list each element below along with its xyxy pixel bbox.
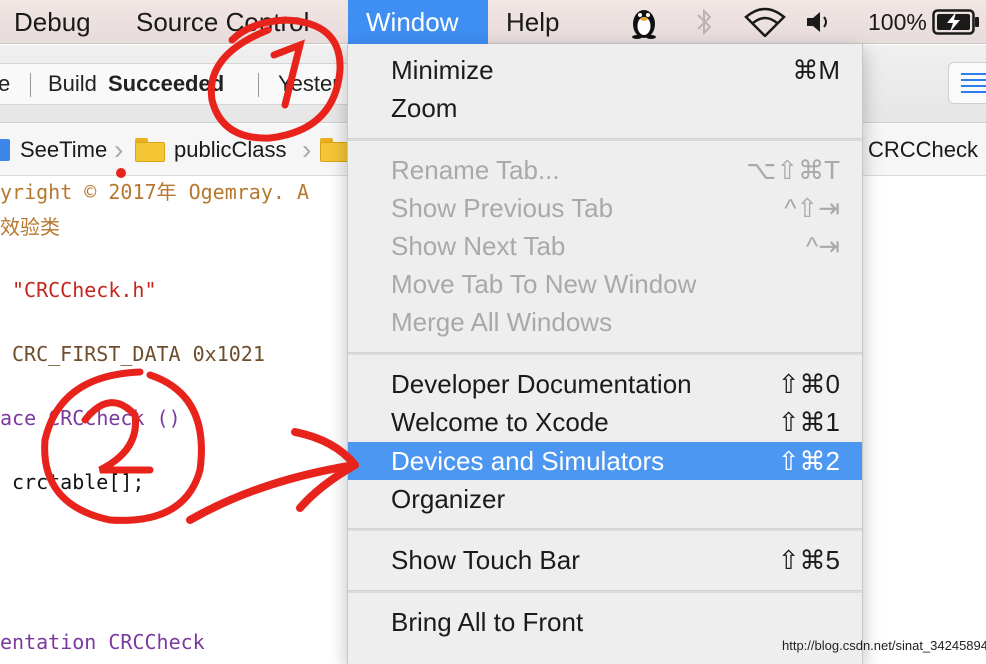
menu-bar: Debug Source Control Window Help 100%	[0, 0, 986, 44]
qq-penguin-icon[interactable]	[628, 0, 660, 44]
activity-viewer: e Build Succeeded Yester	[0, 63, 370, 105]
menu-source-control[interactable]: Source Control	[118, 0, 327, 44]
code-line: CRC_FIRST_DATA 0x1021	[12, 342, 265, 366]
code-line: yright © 2017年 Ogemray. A	[0, 180, 309, 204]
menu-item-merge-windows: Merge All Windows	[391, 307, 613, 337]
breadcrumb-crccheck[interactable]: CRCCheck	[868, 124, 978, 176]
editor-options-button[interactable]	[948, 62, 986, 104]
window-menu: Minimize ⌘M Zoom Rename Tab... ⌥⇧⌘T Show P…	[347, 44, 863, 664]
menu-debug[interactable]: Debug	[0, 0, 109, 44]
menu-item-move-tab: Move Tab To New Window	[391, 269, 697, 299]
code-line: entation CRCCheck	[0, 630, 205, 654]
code-line: "CRCCheck.h"	[12, 278, 157, 302]
menu-help[interactable]: Help	[488, 0, 577, 44]
folder-icon	[320, 138, 350, 162]
menu-item-show-previous-tab: Show Previous Tab ^⇧⇥	[391, 193, 840, 223]
menu-item-zoom[interactable]: Zoom	[348, 89, 862, 127]
code-line: ace CRCCheck ()	[0, 406, 181, 430]
menu-separator	[348, 352, 862, 355]
volume-icon[interactable]	[805, 0, 835, 44]
code-line: 效验类	[0, 215, 60, 239]
watermark: http://blog.csdn.net/sinat_34245894	[782, 638, 986, 653]
menu-item-show-next-tab: Show Next Tab ^⇥	[391, 231, 840, 261]
menu-item-devices-simulators[interactable]: Devices and Simulators ⇧⌘2	[348, 442, 862, 480]
menu-separator	[348, 528, 862, 531]
battery-percent: 100%	[868, 9, 927, 35]
menu-separator	[348, 590, 862, 593]
bluetooth-icon[interactable]	[694, 0, 714, 44]
menu-item-rename-tab: Rename Tab... ⌥⇧⌘T	[391, 155, 840, 185]
folder-icon	[135, 138, 165, 162]
battery-charging-icon[interactable]	[932, 0, 982, 44]
menu-item-minimize[interactable]: Minimize ⌘M	[348, 51, 862, 89]
divider	[258, 73, 259, 97]
menu-window[interactable]: Window	[348, 0, 488, 44]
project-icon	[0, 139, 10, 161]
menu-item-show-touch-bar[interactable]: Show Touch Bar ⇧⌘5	[348, 541, 862, 579]
code-line: crctable[];	[12, 470, 145, 494]
menu-item-bring-all-front[interactable]: Bring All to Front	[348, 603, 862, 641]
status-time: Yester	[278, 71, 340, 96]
status-build-label: Build	[48, 71, 97, 96]
wifi-icon[interactable]	[744, 0, 786, 44]
menu-item-developer-documentation[interactable]: Developer Documentation ⇧⌘0	[348, 365, 862, 403]
divider	[30, 73, 31, 97]
status-prefix: e	[0, 71, 11, 96]
breadcrumb-publicclass[interactable]: publicClass	[174, 124, 287, 176]
menu-item-welcome-xcode[interactable]: Welcome to Xcode ⇧⌘1	[348, 403, 862, 441]
lines-icon	[961, 73, 986, 93]
status-build-result: Succeeded	[108, 71, 225, 96]
chevron-right-icon: ›	[302, 134, 312, 165]
breadcrumb-seetime[interactable]: SeeTime	[20, 124, 107, 176]
chevron-right-icon: ›	[114, 134, 124, 165]
menu-item-organizer[interactable]: Organizer	[348, 480, 862, 518]
menu-separator	[348, 138, 862, 141]
